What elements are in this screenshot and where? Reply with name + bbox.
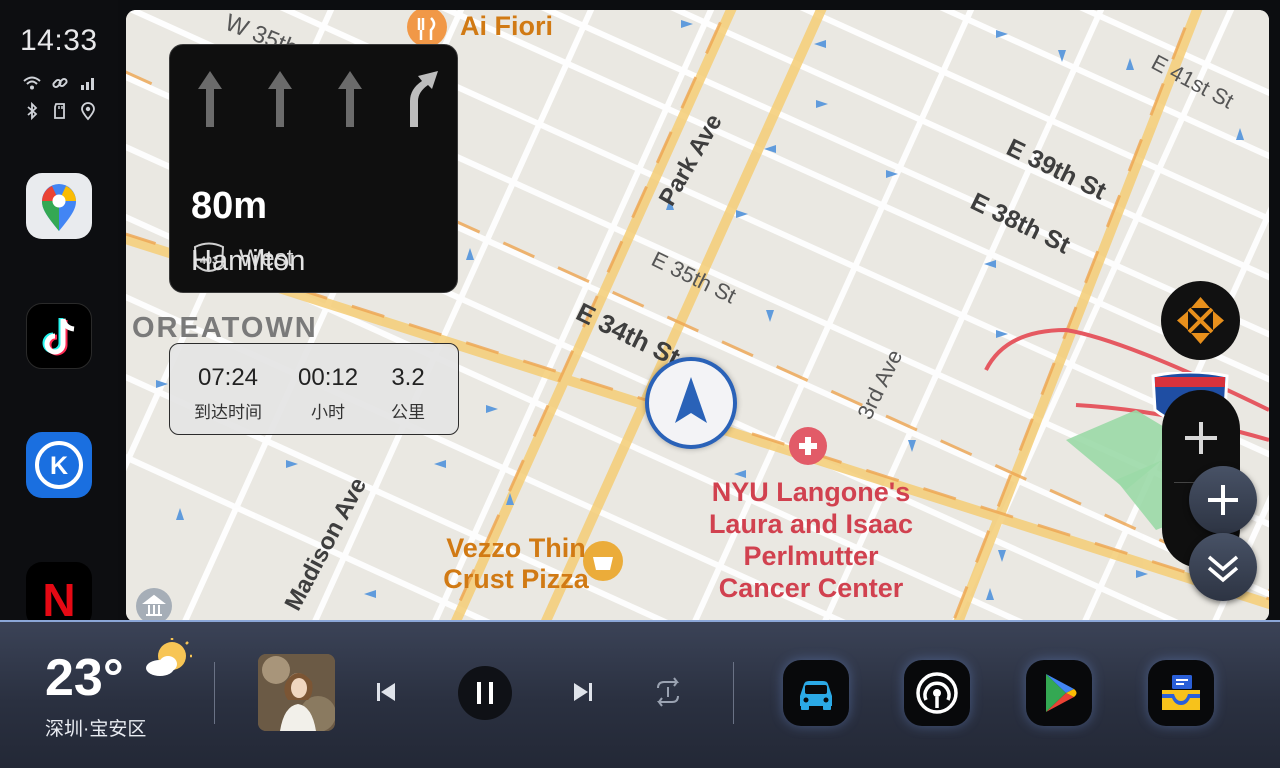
album-art[interactable] xyxy=(258,654,335,731)
distance-label: 公里 xyxy=(391,403,425,422)
app-netflix[interactable]: N xyxy=(26,562,92,628)
skip-previous-icon xyxy=(377,683,395,701)
poi-vezzo-line1[interactable]: Vezzo Thin xyxy=(416,532,616,564)
partly-cloudy-icon xyxy=(146,638,192,676)
lane-straight-arrow-icon xyxy=(268,71,292,127)
netflix-icon: N xyxy=(42,574,75,626)
next-track-button[interactable] xyxy=(563,672,603,712)
current-location-puck xyxy=(645,357,737,449)
bluetooth-icon xyxy=(27,101,38,121)
eta-arrival: 07:24 到达时间 xyxy=(194,364,262,423)
plus-icon xyxy=(1208,485,1238,515)
pan-map-button[interactable] xyxy=(1161,281,1240,360)
double-chevron-down-icon xyxy=(1207,555,1239,583)
arrival-time: 07:24 xyxy=(197,364,259,391)
lane-guidance xyxy=(190,67,440,131)
dock-divider xyxy=(733,662,734,724)
poi-vezzo-line2[interactable]: Crust Pizza xyxy=(408,563,624,595)
eta-distance: 3.2 公里 xyxy=(391,364,425,423)
kugou-letter: K xyxy=(50,452,68,480)
app-tiktok[interactable] xyxy=(26,303,92,369)
eta-duration: 00:12 小时 xyxy=(298,364,358,423)
radio-signal-icon xyxy=(916,672,958,714)
poi-ai-fiori[interactable]: Ai Fiori xyxy=(460,10,553,42)
heading-arrow-icon xyxy=(675,377,707,423)
tiktok-icon xyxy=(42,318,75,356)
carplay-screen: 14:33 K N W 35th Park Ave E 41st St E 39… xyxy=(0,0,1280,768)
repeat-one-icon xyxy=(657,677,679,707)
dock-app-broadcast[interactable] xyxy=(904,660,970,726)
play-pause-button[interactable] xyxy=(458,666,512,720)
trip-duration: 00:12 xyxy=(298,364,359,391)
duration-label: 小时 xyxy=(311,403,346,422)
lane-straight-arrow-icon xyxy=(198,71,222,127)
lane-straight-arrow-icon xyxy=(338,71,362,127)
link-icon xyxy=(52,77,68,89)
bottom-dock: 23° 深圳·宝安区 xyxy=(0,620,1280,768)
poi-nyu-line4[interactable]: Cancer Center xyxy=(681,572,941,604)
dock-app-files[interactable] xyxy=(1148,660,1214,726)
app-kugou[interactable]: K xyxy=(26,432,92,498)
maneuver-distance: 80m xyxy=(191,185,268,227)
google-maps-icon xyxy=(42,184,76,231)
dock-app-play-store[interactable] xyxy=(1026,660,1092,726)
weather-location: 深圳·宝安区 xyxy=(45,719,147,740)
next-street-name: Hamilton xyxy=(191,245,306,277)
left-rail: 14:33 K N xyxy=(0,0,118,628)
collapse-button[interactable] xyxy=(1189,533,1257,601)
poi-nyu-line1[interactable]: NYU Langone's xyxy=(686,476,936,508)
album-cover-image xyxy=(258,654,335,731)
arrival-label: 到达时间 xyxy=(194,403,262,422)
pause-icon xyxy=(477,682,493,704)
google-play-icon xyxy=(1046,674,1077,712)
sd-card-icon xyxy=(54,103,65,119)
netflix-letter: N xyxy=(42,574,75,626)
car-icon xyxy=(800,681,832,710)
remaining-distance: 3.2 xyxy=(391,364,425,391)
cellular-signal-icon xyxy=(81,78,94,90)
wifi-icon xyxy=(23,76,41,90)
dock-app-car[interactable] xyxy=(783,660,849,726)
inbox-tray-icon xyxy=(1162,675,1200,710)
status-clock: 14:33 xyxy=(20,24,98,57)
add-button[interactable] xyxy=(1189,466,1257,534)
move-arrows-icon xyxy=(1177,297,1224,344)
skip-next-icon xyxy=(574,683,592,701)
poi-nyu-line3[interactable]: Perlmutter xyxy=(686,540,936,572)
kugou-icon: K xyxy=(35,441,83,489)
app-google-maps[interactable] xyxy=(26,173,92,239)
dock-divider xyxy=(214,662,215,724)
status-icons xyxy=(22,73,102,129)
previous-track-button[interactable] xyxy=(366,672,406,712)
poi-nyu-line2[interactable]: Laura and Isaac xyxy=(671,508,951,540)
neighborhood-label: OREATOWN xyxy=(132,312,318,344)
repeat-one-button[interactable] xyxy=(648,672,688,712)
lane-right-turn-arrow-icon xyxy=(410,71,438,127)
turn-guidance-card[interactable]: 80m 403 West Hamilton xyxy=(169,44,458,293)
weather-temperature: 23° xyxy=(45,649,124,707)
eta-panel[interactable]: 07:24 到达时间 00:12 小时 3.2 公里 xyxy=(169,343,459,435)
location-pin-icon xyxy=(81,102,95,121)
